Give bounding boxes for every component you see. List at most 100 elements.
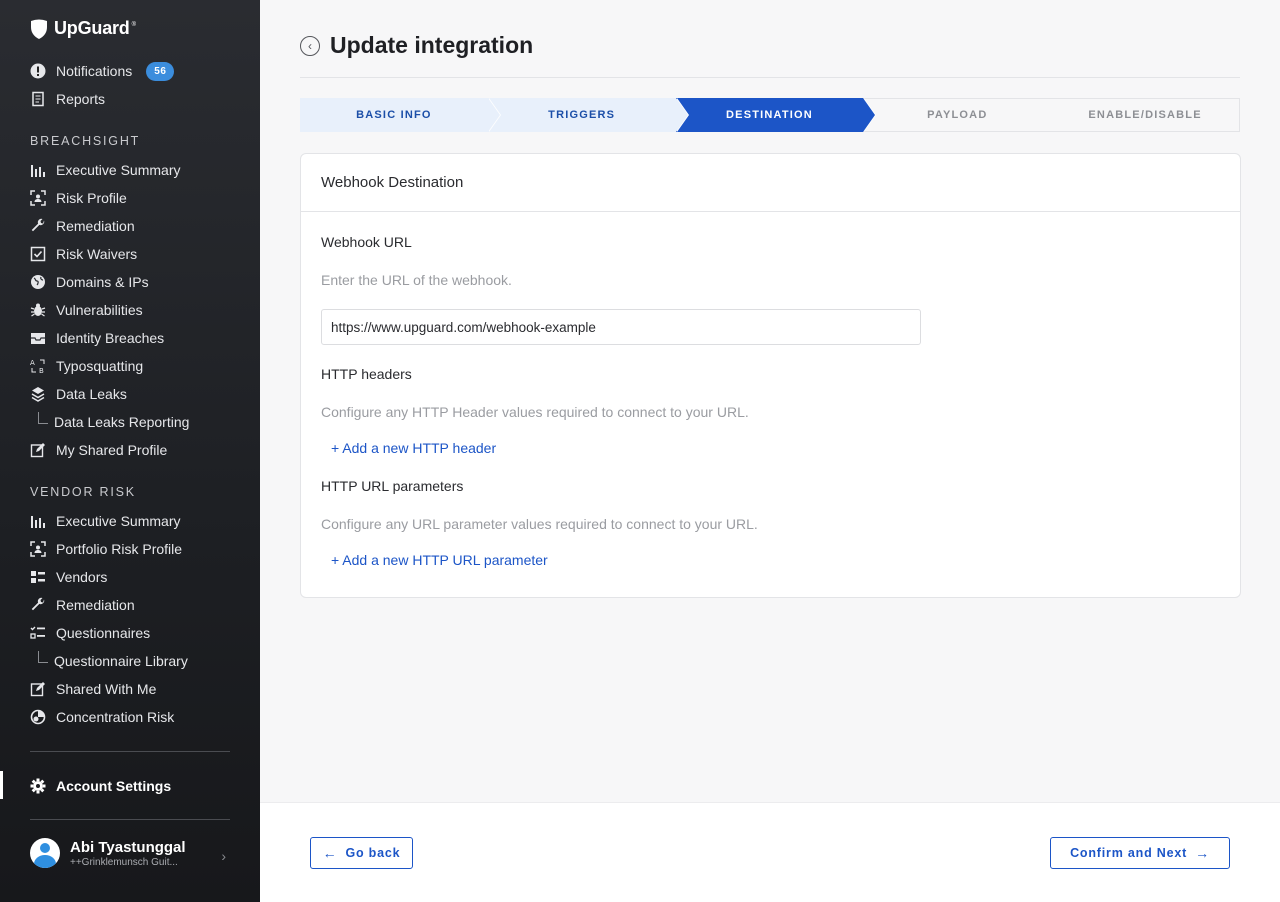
sidebar-item-bs-risk-waivers[interactable]: Risk Waivers <box>30 243 137 265</box>
sidebar-item-bs-vulnerabilities[interactable]: Vulnerabilities <box>30 299 143 321</box>
gear-icon <box>30 778 46 794</box>
sidebar-item-label: Concentration Risk <box>56 709 175 725</box>
sidebar-item-label: Reports <box>56 91 106 107</box>
chevron-right-icon: › <box>221 848 226 864</box>
sidebar-item-label: Questionnaires <box>56 625 151 641</box>
sidebar-item-vr-remediation[interactable]: Remediation <box>30 594 135 616</box>
sidebar-item-bs-data-leaks-reporting[interactable]: Data Leaks Reporting <box>38 411 189 433</box>
sidebar-item-bs-typosquatting[interactable]: AB Typosquatting <box>30 355 143 377</box>
bar-chart-icon <box>30 162 46 178</box>
http-headers-label: HTTP headers <box>321 366 412 382</box>
scan-icon <box>30 541 46 557</box>
sidebar-item-label: Shared With Me <box>56 681 157 697</box>
sidebar-item-bs-identity-breaches[interactable]: Identity Breaches <box>30 327 164 349</box>
sidebar-item-account-settings[interactable]: Account Settings <box>30 775 171 797</box>
go-back-button[interactable]: ← Go back <box>310 837 413 869</box>
back-arrow-icon[interactable]: ‹ <box>300 36 320 56</box>
add-http-header-link[interactable]: + Add a new HTTP header <box>331 440 496 456</box>
svg-text:A: A <box>30 359 35 367</box>
sidebar-item-bs-my-shared-profile[interactable]: My Shared Profile <box>30 439 167 461</box>
pie-icon <box>30 709 46 725</box>
sidebar-item-label: Domains & IPs <box>56 274 149 290</box>
title-divider <box>300 77 1240 78</box>
step-payload[interactable]: PAYLOAD <box>863 98 1052 132</box>
sidebar-item-label: Portfolio Risk Profile <box>56 541 183 557</box>
sidebar-item-vr-executive-summary[interactable]: Executive Summary <box>30 510 180 532</box>
bar-chart-icon <box>30 513 46 529</box>
url-params-help: Configure any URL parameter values requi… <box>321 516 758 532</box>
shield-logo-icon <box>31 19 47 39</box>
document-icon <box>30 91 46 107</box>
active-indicator <box>0 771 3 799</box>
edit-icon <box>30 442 46 458</box>
sidebar-item-vr-portfolio-risk-profile[interactable]: Portfolio Risk Profile <box>30 538 182 560</box>
http-headers-help: Configure any HTTP Header values require… <box>321 404 749 420</box>
sidebar-item-bs-executive-summary[interactable]: Executive Summary <box>30 159 180 181</box>
sidebar-item-label: Questionnaire Library <box>54 653 188 669</box>
tree-elbow <box>38 412 48 424</box>
arrow-left-icon: ← <box>322 845 338 861</box>
sidebar-item-label: Remediation <box>56 597 135 613</box>
alert-icon <box>30 63 46 79</box>
sidebar-item-bs-domains-ips[interactable]: Domains & IPs <box>30 271 149 293</box>
step-enable-disable[interactable]: ENABLE/DISABLE <box>1051 98 1240 132</box>
breachsight-section-title: BREACHSIGHT <box>30 134 141 148</box>
page-title: Update integration <box>330 32 534 58</box>
list-icon <box>30 569 46 585</box>
step-basic-info[interactable]: BASIC INFO <box>300 98 501 132</box>
webhook-url-input[interactable] <box>321 309 921 345</box>
add-url-parameter-link[interactable]: + Add a new HTTP URL parameter <box>331 552 548 568</box>
webhook-destination-card: Webhook Destination Webhook URL Enter th… <box>300 153 1241 598</box>
sidebar-item-reports[interactable]: Reports <box>30 88 105 110</box>
step-label: DESTINATION <box>726 109 813 121</box>
sidebar-item-label: Risk Profile <box>56 190 127 206</box>
typo-icon: AB <box>30 358 46 374</box>
sidebar-item-vr-shared-with-me[interactable]: Shared With Me <box>30 678 156 700</box>
sidebar-item-label: Vendors <box>56 569 108 585</box>
sidebar-item-vr-questionnaires[interactable]: Questionnaires <box>30 622 150 644</box>
inbox-icon <box>30 330 46 346</box>
confirm-next-button[interactable]: Confirm and Next → <box>1050 837 1230 869</box>
sidebar-item-bs-remediation[interactable]: Remediation <box>30 215 135 237</box>
bug-icon <box>30 302 46 318</box>
step-label: PAYLOAD <box>927 109 988 121</box>
avatar <box>30 838 60 868</box>
vendor-risk-section-title: VENDOR RISK <box>30 485 136 499</box>
sidebar-item-vr-concentration-risk[interactable]: Concentration Risk <box>30 706 174 728</box>
main-content: ‹ Update integration BASIC INFO TRIGGERS… <box>260 0 1280 902</box>
tree-elbow <box>38 651 48 663</box>
sidebar-item-vr-questionnaire-library[interactable]: Questionnaire Library <box>38 650 188 672</box>
step-label: BASIC INFO <box>356 109 432 121</box>
globe-icon <box>30 274 46 290</box>
sidebar-item-label: Data Leaks Reporting <box>54 414 190 430</box>
sidebar-item-bs-data-leaks[interactable]: Data Leaks <box>30 383 127 405</box>
step-label: ENABLE/DISABLE <box>1088 109 1202 121</box>
notifications-count-badge: 56 <box>146 61 175 81</box>
step-triggers[interactable]: TRIGGERS <box>487 98 689 132</box>
step-progress: BASIC INFO TRIGGERS DESTINATION PAYLOAD … <box>300 98 1240 132</box>
sidebar-item-label: Data Leaks <box>56 386 127 402</box>
sidebar-divider <box>30 751 230 752</box>
sidebar-item-label: Notifications <box>56 63 133 79</box>
sidebar-item-notifications[interactable]: Notifications 56 <box>30 60 175 82</box>
svg-text:B: B <box>39 367 44 374</box>
sidebar-item-label: Executive Summary <box>56 162 181 178</box>
wrench-icon <box>30 218 46 234</box>
sidebar-item-label: Risk Waivers <box>56 246 138 262</box>
upguard-logo[interactable]: UpGuard ® <box>30 18 136 39</box>
footer-bar: ← Go back Confirm and Next → <box>260 802 1280 902</box>
card-title: Webhook Destination <box>301 154 1240 212</box>
scan-icon <box>30 190 46 206</box>
sidebar: UpGuard ® Notifications 56 Reports BREACH… <box>0 0 260 902</box>
user-menu[interactable]: Abi Tyastunggal ++Grinklemunsch Guit... … <box>30 838 230 868</box>
sidebar-item-vr-vendors[interactable]: Vendors <box>30 566 107 588</box>
step-destination[interactable]: DESTINATION <box>675 98 877 132</box>
sidebar-item-label: Typosquatting <box>56 358 144 374</box>
sidebar-item-label: Identity Breaches <box>56 330 165 346</box>
step-label: TRIGGERS <box>548 109 616 121</box>
webhook-url-label: Webhook URL <box>321 234 412 250</box>
layers-icon <box>30 386 46 402</box>
sidebar-divider <box>30 819 230 820</box>
sidebar-item-bs-risk-profile[interactable]: Risk Profile <box>30 187 127 209</box>
user-name: Abi Tyastunggal <box>70 838 186 856</box>
